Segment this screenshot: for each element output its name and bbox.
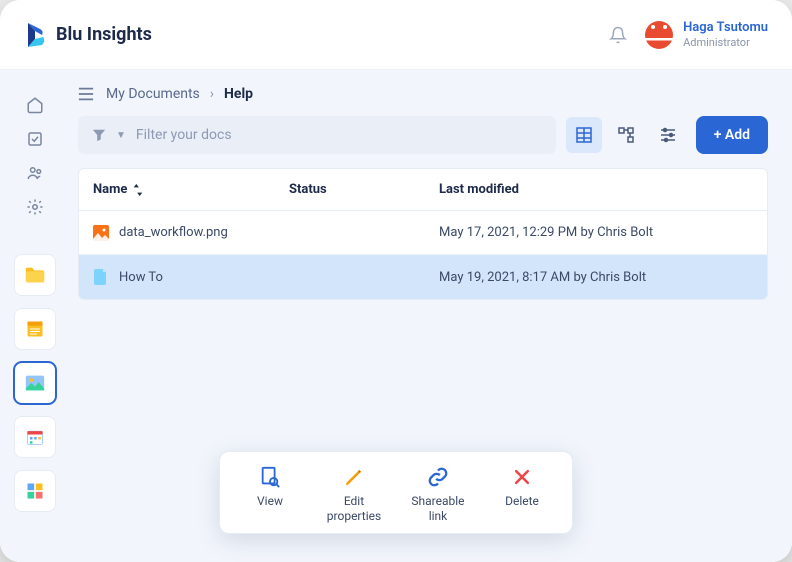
sidebar-card-gallery[interactable]	[14, 362, 56, 404]
column-status[interactable]: Status	[279, 182, 429, 197]
body: My Documents › Help ▼ Filter your docs +…	[0, 70, 792, 562]
column-modified[interactable]: Last modified	[429, 182, 767, 197]
action-delete[interactable]: Delete	[480, 466, 564, 523]
pencil-icon	[343, 466, 365, 488]
image-file-icon	[93, 225, 109, 241]
action-view[interactable]: View	[228, 466, 312, 523]
add-button[interactable]: + Add	[696, 116, 768, 154]
doc-file-icon	[93, 269, 109, 285]
breadcrumb-current: Help	[224, 86, 253, 102]
app-window: Blu Insights Haga Tsutomu Administrator …	[0, 0, 792, 562]
chevron-right-icon: ›	[210, 86, 214, 102]
filter-input[interactable]: ▼ Filter your docs	[78, 116, 556, 154]
sidebar-tasks[interactable]	[18, 122, 52, 156]
logo-text: Blu Insights	[56, 24, 152, 45]
file-name: data_workflow.png	[119, 225, 228, 240]
action-share[interactable]: Shareable link	[396, 466, 480, 523]
user-name: Haga Tsutomu	[683, 20, 768, 36]
toolbar: ▼ Filter your docs + Add	[78, 116, 768, 154]
filter-icon	[92, 128, 106, 142]
sidebar-team[interactable]	[18, 156, 52, 190]
sidebar-card-calendar[interactable]	[14, 416, 56, 458]
action-edit[interactable]: Edit properties	[312, 466, 396, 523]
logo[interactable]: Blu Insights	[24, 21, 152, 49]
sidebar-settings[interactable]	[18, 190, 52, 224]
sidebar-card-dashboard[interactable]	[14, 470, 56, 512]
table-row[interactable]: data_workflow.png May 17, 2021, 12:29 PM…	[79, 211, 767, 255]
view-icon	[259, 466, 281, 488]
file-name: How To	[119, 270, 163, 285]
settings-view-button[interactable]	[650, 117, 686, 153]
sidebar-home[interactable]	[18, 88, 52, 122]
table-header: Name Status Last modified	[79, 169, 767, 211]
table-row[interactable]: How To May 19, 2021, 8:17 AM by Chris Bo…	[79, 255, 767, 299]
column-name[interactable]: Name	[79, 182, 279, 197]
notification-bell-icon[interactable]	[609, 26, 627, 44]
view-toggle-group	[566, 117, 686, 153]
sidebar-card-notes[interactable]	[14, 308, 56, 350]
sort-icon	[133, 184, 143, 196]
documents-table: Name Status Last modified data_workflow.…	[78, 168, 768, 300]
sidebar-card-folder[interactable]	[14, 254, 56, 296]
user-role: Administrator	[683, 36, 768, 49]
tree-view-button[interactable]	[608, 117, 644, 153]
close-icon	[511, 466, 533, 488]
action-bar: View Edit properties Shareable link Dele…	[219, 451, 573, 534]
file-modified: May 17, 2021, 12:29 PM by Chris Bolt	[429, 225, 767, 240]
header: Blu Insights Haga Tsutomu Administrator	[0, 0, 792, 70]
filter-placeholder: Filter your docs	[136, 127, 232, 143]
grid-view-button[interactable]	[566, 117, 602, 153]
user-info[interactable]: Haga Tsutomu Administrator	[683, 20, 768, 49]
chevron-down-icon: ▼	[116, 130, 126, 141]
avatar[interactable]	[645, 21, 673, 49]
menu-icon[interactable]	[78, 87, 94, 101]
link-icon	[427, 466, 449, 488]
file-modified: May 19, 2021, 8:17 AM by Chris Bolt	[429, 270, 767, 285]
breadcrumb: My Documents › Help	[78, 86, 768, 102]
breadcrumb-parent[interactable]: My Documents	[106, 86, 200, 102]
sidebar	[0, 70, 70, 562]
logo-icon	[24, 21, 46, 49]
